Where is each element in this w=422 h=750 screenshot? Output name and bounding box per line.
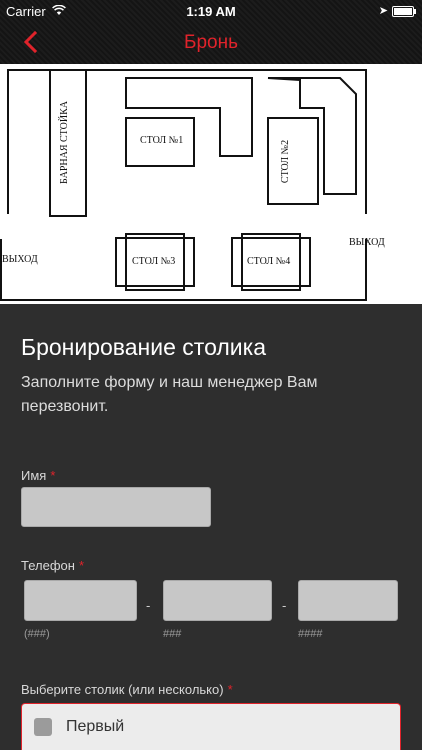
phone-line-hint: #### — [298, 628, 323, 640]
phone-separator: - — [146, 598, 151, 613]
exit-right-label: ВЫХОД — [349, 237, 385, 248]
phone-area-code-input[interactable] — [24, 580, 137, 621]
table-select-label-text: Выберите столик (или несколько) — [21, 682, 224, 697]
name-input[interactable] — [21, 487, 211, 527]
page-title: Бронь — [184, 32, 238, 53]
table-option-first[interactable]: Первый — [21, 703, 401, 750]
status-bar: Carrier 1:19 AM ➤ — [0, 0, 422, 22]
table-option-label: Первый — [66, 718, 125, 735]
table-2-label[interactable]: СТОЛ №2 — [280, 140, 291, 183]
table-1-label[interactable]: СТОЛ №1 — [140, 135, 183, 146]
phone-separator: - — [282, 598, 287, 613]
phone-prefix-input[interactable] — [163, 580, 272, 621]
required-mark: * — [78, 558, 84, 573]
battery-icon — [392, 6, 416, 17]
navigation-bar: Carrier 1:19 AM ➤ Бронь — [0, 0, 422, 64]
table-select-label: Выберите столик (или несколько) * — [21, 682, 233, 697]
checkbox[interactable] — [34, 718, 52, 736]
name-label: Имя * — [21, 468, 55, 483]
exit-left-label: ВЫХОД — [2, 254, 38, 265]
table-3-label[interactable]: СТОЛ №3 — [132, 256, 175, 267]
floor-plan-drawing — [0, 69, 367, 301]
phone-label-text: Телефон — [21, 558, 75, 573]
form-title: Бронирование столика — [21, 334, 266, 360]
bar-counter-label: БАРНАЯ СТОЙКА — [59, 101, 70, 184]
floor-plan: БАРНАЯ СТОЙКА СТОЛ №1 СТОЛ №2 СТОЛ №3 СТ… — [0, 64, 422, 304]
required-mark: * — [50, 468, 56, 483]
phone-area-hint: (###) — [24, 628, 50, 640]
phone-label: Телефон * — [21, 558, 84, 573]
phone-line-input[interactable] — [298, 580, 398, 621]
form-subtitle: Заполните форму и наш менеджер Вам перез… — [21, 374, 318, 415]
clock: 1:19 AM — [186, 4, 236, 19]
location-arrow-icon: ➤ — [378, 5, 388, 17]
phone-prefix-hint: ### — [163, 628, 182, 640]
required-mark: * — [227, 682, 233, 697]
name-label-text: Имя — [21, 468, 47, 483]
table-4-label[interactable]: СТОЛ №4 — [247, 256, 290, 267]
